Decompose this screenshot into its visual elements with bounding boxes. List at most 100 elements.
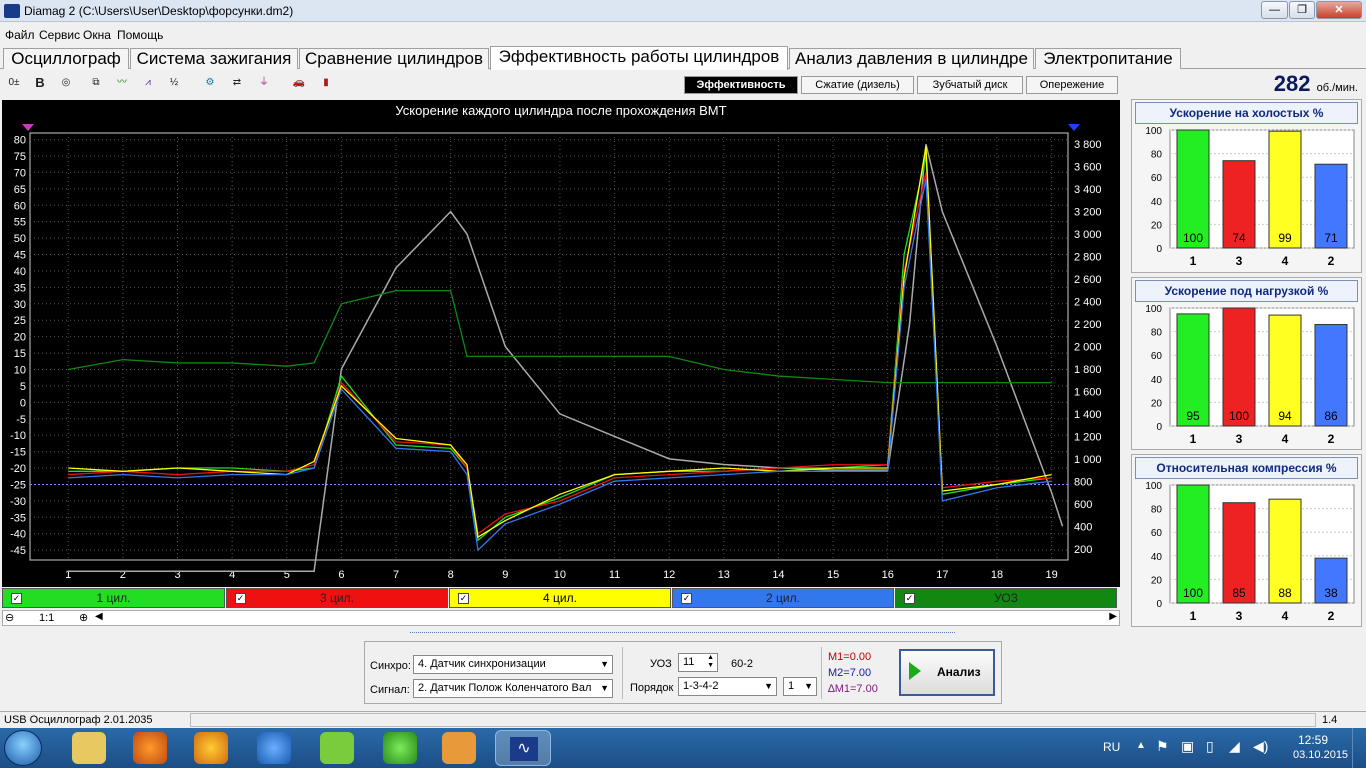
x-tick-label: 1 bbox=[1190, 254, 1197, 268]
menu-service[interactable]: Сервис bbox=[39, 28, 80, 42]
y-tick-label: 15 bbox=[14, 348, 26, 360]
checkbox-icon[interactable]: ✓ bbox=[681, 593, 692, 604]
checkbox-icon[interactable]: ✓ bbox=[458, 593, 469, 604]
x-tick-label: 3 bbox=[1236, 609, 1243, 623]
car-icon[interactable]: 🚗 bbox=[289, 73, 309, 93]
analyze-button[interactable]: Анализ bbox=[899, 649, 995, 696]
utorrent-taskbar-icon[interactable] bbox=[383, 732, 417, 764]
lightning-taskbar-icon[interactable] bbox=[194, 732, 228, 764]
legend-uoz[interactable]: ✓ УОЗ bbox=[895, 588, 1117, 608]
bars-icon[interactable]: ▮ bbox=[316, 73, 336, 93]
tab-ignition[interactable]: Система зажигания bbox=[130, 48, 298, 69]
subtab-advance[interactable]: Опережение bbox=[1026, 76, 1118, 94]
legend-cyl3[interactable]: ✓ 3 цил. bbox=[226, 588, 448, 608]
start-button[interactable] bbox=[4, 730, 42, 766]
x-tick-label: 9 bbox=[502, 569, 508, 581]
waveform-icon[interactable]: 〰 bbox=[112, 73, 132, 93]
spinner-arrows-icon[interactable]: ▲ ▼ bbox=[707, 654, 714, 670]
checkbox-icon[interactable]: ✓ bbox=[11, 593, 22, 604]
y-tick-label: 100 bbox=[1145, 304, 1162, 315]
rpm-gauge-icon[interactable]: ◎ bbox=[56, 73, 76, 93]
zoom-out-icon[interactable]: ⊖ bbox=[5, 611, 14, 624]
zoom-in-icon[interactable]: ⊕ bbox=[79, 611, 88, 624]
signal-select[interactable]: 2. Датчик Полож Коленчатого Вал ▼ bbox=[413, 679, 613, 698]
sync-select[interactable]: 4. Датчик синхронизации ▼ bbox=[413, 655, 613, 674]
menu-help[interactable]: Помощь bbox=[117, 28, 163, 42]
order-number-select[interactable]: 1 ▼ bbox=[783, 677, 817, 696]
scroll-left-icon[interactable]: ◀ bbox=[95, 611, 103, 622]
y-tick-label: 60 bbox=[1151, 528, 1163, 539]
y2-tick-label: 3 000 bbox=[1074, 229, 1102, 241]
checkbox-icon[interactable]: ✓ bbox=[904, 593, 915, 604]
subtab-efficiency[interactable]: Эффективность bbox=[684, 76, 798, 94]
idle-acceleration-title: Ускорение на холостых % bbox=[1135, 102, 1358, 124]
y-tick-label: 35 bbox=[14, 282, 26, 294]
tab-oscilloscope[interactable]: Осциллограф bbox=[3, 48, 129, 69]
bar-value-label: 94 bbox=[1278, 409, 1292, 423]
media-taskbar-icon[interactable] bbox=[442, 732, 476, 764]
tab-power-supply[interactable]: Электропитание bbox=[1035, 48, 1181, 69]
uoz-spinner[interactable]: 11 ▲ ▼ bbox=[678, 653, 718, 672]
numbering-icon[interactable]: ⇄ bbox=[227, 73, 247, 93]
bold-icon[interactable]: B bbox=[30, 73, 50, 93]
firefox-taskbar-icon[interactable] bbox=[133, 732, 167, 764]
signal-icon[interactable]: ◢ bbox=[1229, 738, 1240, 755]
maximize-button[interactable]: ❐ bbox=[1289, 1, 1315, 19]
clock-date[interactable]: 03.10.2015 bbox=[1293, 749, 1348, 761]
checkbox-icon[interactable]: ✓ bbox=[235, 593, 246, 604]
flag-icon[interactable]: ⚑ bbox=[1156, 738, 1169, 755]
order-select[interactable]: 1-3-4-2 ▼ bbox=[678, 677, 777, 696]
minimize-button[interactable]: — bbox=[1261, 1, 1288, 19]
close-button[interactable]: ✕ bbox=[1316, 1, 1362, 19]
bar-value-label: 85 bbox=[1232, 586, 1246, 600]
y2-tick-label: 2 800 bbox=[1074, 252, 1102, 264]
algorithm-icon[interactable]: ½ bbox=[164, 73, 184, 93]
clock-time[interactable]: 12:59 bbox=[1298, 733, 1328, 747]
zoom-scrollbar[interactable]: ⊖ 1:1 ⊕ ◀ ▶ bbox=[2, 610, 1120, 626]
subtab-toothed-disk[interactable]: Зубчатый диск bbox=[917, 76, 1023, 94]
y2-tick-label: 800 bbox=[1074, 476, 1092, 488]
panel-splitter[interactable] bbox=[410, 632, 955, 636]
subtab-compression[interactable]: Сжатие (дизель) bbox=[801, 76, 914, 94]
show-desktop-button[interactable] bbox=[1352, 728, 1366, 768]
scroll-right-icon[interactable]: ▶ bbox=[1109, 611, 1117, 622]
y-tick-label: 60 bbox=[14, 200, 26, 212]
legend-cyl4[interactable]: ✓ 4 цил. bbox=[449, 588, 671, 608]
app2-taskbar-icon[interactable] bbox=[320, 732, 354, 764]
diamag-taskbar-icon[interactable]: ∿ bbox=[495, 730, 551, 766]
y2-tick-label: 2 000 bbox=[1074, 342, 1102, 354]
x-tick-label: 2 bbox=[1328, 254, 1335, 268]
volume-icon[interactable]: ◀) bbox=[1253, 738, 1268, 755]
offset-icon[interactable]: 0± bbox=[4, 73, 24, 93]
usb-icon[interactable]: ▯ bbox=[1206, 738, 1214, 755]
y-tick-label: -10 bbox=[10, 430, 26, 442]
vvti-icon[interactable]: ⩘ bbox=[138, 73, 158, 93]
acceleration-chart[interactable]: 80 75 70 65 60 55 50 45 40 35 30 25 20 15 10 5 0 -5 -10 -15… bbox=[2, 100, 1120, 587]
x-tick-label: 1 bbox=[1190, 609, 1197, 623]
y2-tick-label: 1 600 bbox=[1074, 386, 1102, 398]
teamviewer-taskbar-icon[interactable] bbox=[257, 732, 291, 764]
menu-windows[interactable]: Окна bbox=[83, 28, 111, 42]
tab-cylinder-efficiency[interactable]: Эффективность работы цилиндров bbox=[490, 46, 788, 70]
network-error-icon[interactable]: ▣ bbox=[1181, 738, 1194, 755]
tab-cylinder-pressure[interactable]: Анализ давления в цилиндре bbox=[789, 48, 1034, 69]
y-tick-label: -45 bbox=[10, 545, 26, 557]
x-tick-label: 11 bbox=[609, 569, 620, 581]
legend-cyl2[interactable]: ✓ 2 цил. bbox=[672, 588, 894, 608]
legend-cyl1[interactable]: ✓ 1 цил. bbox=[2, 588, 225, 608]
status-device: USB Осциллограф 2.01.2035 bbox=[4, 714, 153, 726]
explorer-taskbar-icon[interactable] bbox=[72, 732, 106, 764]
x-tick-label: 4 bbox=[1282, 609, 1289, 623]
tray-expand-icon[interactable]: ▲ bbox=[1136, 740, 1146, 751]
language-indicator[interactable]: RU bbox=[1103, 740, 1120, 754]
tab-cylinder-compare[interactable]: Сравнение цилиндров bbox=[299, 48, 489, 69]
x-tick-label: 13 bbox=[718, 569, 730, 581]
y2-tick-label: 1 400 bbox=[1074, 409, 1102, 421]
engine-icon[interactable]: ⚙ bbox=[200, 73, 220, 93]
y-tick-label: 0 bbox=[1156, 422, 1162, 433]
menu-file[interactable]: Файл bbox=[5, 28, 35, 42]
filter-icon[interactable]: ⏚ bbox=[254, 73, 274, 93]
x-tick-label: 4 bbox=[1282, 254, 1289, 268]
order-icon[interactable]: ⧉ bbox=[86, 73, 106, 93]
x-tick-label: 16 bbox=[882, 569, 894, 581]
